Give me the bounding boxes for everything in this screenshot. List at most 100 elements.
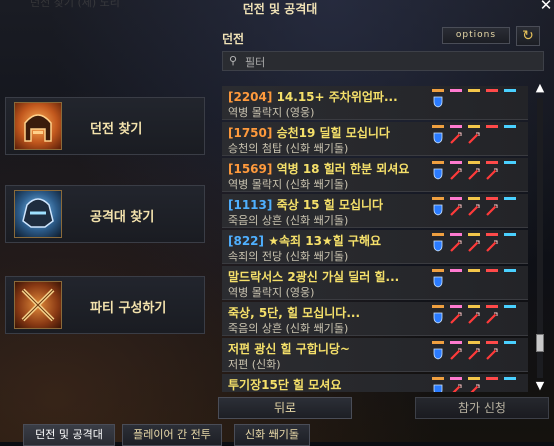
sidebar-item-label: 파티 구성하기 [90,301,167,316]
search-icon: ⚲ [229,54,238,67]
empty-slot [486,276,498,288]
listing-role-slots [430,161,526,189]
listing-row[interactable]: 말드락서스 2광신 가실 딜러 힐... 역병 몰락지 (영웅) [222,266,528,300]
tab-pvp[interactable]: 플레이어 간 전투 [122,424,222,446]
sidebar-item-premade-groups[interactable]: 파티 구성하기 [5,276,205,334]
class-color-bar [450,305,462,308]
class-color-bar [450,377,462,380]
class-color-bar [486,89,498,92]
class-color-bar [450,89,462,92]
empty-slot [504,132,516,144]
close-icon[interactable]: ✕ [538,0,554,13]
dps-role-icon [468,132,480,144]
listing-id: [1113] [228,198,273,212]
class-color-bar [468,377,480,380]
empty-slot [504,276,516,288]
empty-slot [450,276,462,288]
listing-title-line: 말드락서스 2광신 가실 딜러 힐... [228,268,399,285]
listing-row[interactable]: [2204] 14.15+ 주차위업파... 역병 몰락지 (영웅) [222,86,528,120]
class-color-bar [468,305,480,308]
empty-slot [504,348,516,360]
listing-title: 승천19 딜힐 모십니다 [276,126,390,140]
options-button[interactable]: options [442,27,510,44]
tab-mythic-keystone[interactable]: 신화 쐐기돌 [234,424,310,446]
helmet-orange-icon [14,102,62,150]
dps-role-icon [468,348,480,360]
dps-role-icon [486,240,498,252]
listing-row[interactable]: 저편 광신 힐 구합니당~ 저편 (신화) [222,338,528,372]
dps-role-icon [450,204,462,216]
class-color-bar [468,233,480,236]
listing-title-line: [1113] 죽상 15 힐 모십니다 [228,196,383,213]
listing-role-slots [430,305,526,333]
empty-slot [504,96,516,108]
ghost-title: 던전 찾기 (체) 노리 [30,0,120,9]
listing-title: 말드락서스 2광신 가실 딜러 힐... [228,270,400,284]
class-color-bar [504,305,516,308]
listing-row[interactable]: [1569] 역병 18 힐러 한분 뫼셔요 역병 몰락지 (신화 쐐기돌) [222,158,528,192]
listing-role-slots [430,377,526,392]
listing-row[interactable]: [1113] 죽상 15 힐 모십니다 죽음의 상흔 (신화 쐐기돌) [222,194,528,228]
class-color-bar [486,269,498,272]
listing-row[interactable]: [1750] 승천19 딜힐 모십니다 승천의 첨탑 (신화 쐐기돌) [222,122,528,156]
dps-role-icon [468,168,480,180]
filter-input[interactable] [243,53,543,71]
empty-slot [450,96,462,108]
empty-slot [486,96,498,108]
join-button[interactable]: 참가 신청 [415,397,549,419]
listing-title: 저편 광신 힐 구합니당~ [228,342,350,356]
listing-title-line: [2204] 14.15+ 주차위업파... [228,88,398,105]
class-color-bar [504,269,516,272]
class-color-bar [450,161,462,164]
tank-role-icon [432,312,444,324]
section-label: 던전 [222,32,245,46]
class-color-bar [450,197,462,200]
empty-slot [504,384,516,392]
scroll-up-icon[interactable]: ▲ [532,82,548,94]
empty-slot [468,96,480,108]
sidebar-item-dungeon-finder[interactable]: 던전 찾기 [5,97,205,155]
empty-slot [504,204,516,216]
listing-id: [1569] [228,162,273,176]
dps-role-icon [486,348,498,360]
scrollbar[interactable]: ▲ ▼ [532,72,548,394]
dps-role-icon [486,312,498,324]
listing-row[interactable]: 투기장15단 힐 모셔요 [222,374,528,392]
class-color-bar [432,305,444,308]
class-color-bar [432,125,444,128]
listing-role-slots [430,197,526,225]
class-color-bar [504,125,516,128]
class-color-bar [486,305,498,308]
listing-row[interactable]: 죽상, 5단, 힐 모십니다... 죽음의 상흔 (신화 쐐기돌) [222,302,528,336]
class-color-bar [468,161,480,164]
scroll-thumb[interactable] [536,333,544,352]
dps-role-icon [450,384,462,392]
class-color-bar [468,197,480,200]
class-color-bar [432,89,444,92]
class-color-bar [504,89,516,92]
listing-id: [2204] [228,90,273,104]
refresh-button[interactable]: ↻ [516,26,540,46]
filter-field: ⚲ [222,51,544,71]
refresh-icon: ↻ [522,28,534,44]
scroll-down-icon[interactable]: ▼ [532,380,548,392]
class-color-bar [432,161,444,164]
dps-role-icon [450,348,462,360]
tank-role-icon [432,96,444,108]
listing-title: 죽상 15 힐 모십니다 [276,198,384,212]
listing-activity: 죽음의 상흔 (신화 쐐기돌) [228,214,349,227]
class-color-bar [432,269,444,272]
class-color-bar [450,269,462,272]
tab-dungeons-raids[interactable]: 던전 및 공격대 [23,424,115,446]
class-color-bar [486,233,498,236]
listing-activity: 죽음의 상흔 (신화 쐐기돌) [228,322,349,335]
sidebar-item-raid-finder[interactable]: 공격대 찾기 [5,185,205,243]
class-color-bar [450,233,462,236]
listing-title-line: 저편 광신 힐 구합니당~ [228,340,350,357]
tank-role-icon [432,276,444,288]
listing-row[interactable]: [822] ★속죄 13★힐 구해요 속죄의 전당 (신화 쐐기돌) [222,230,528,264]
sidebar-item-label: 던전 찾기 [90,122,143,137]
class-color-bar [486,197,498,200]
back-button[interactable]: 뒤로 [218,397,352,419]
listing-id: [822] [228,234,265,248]
